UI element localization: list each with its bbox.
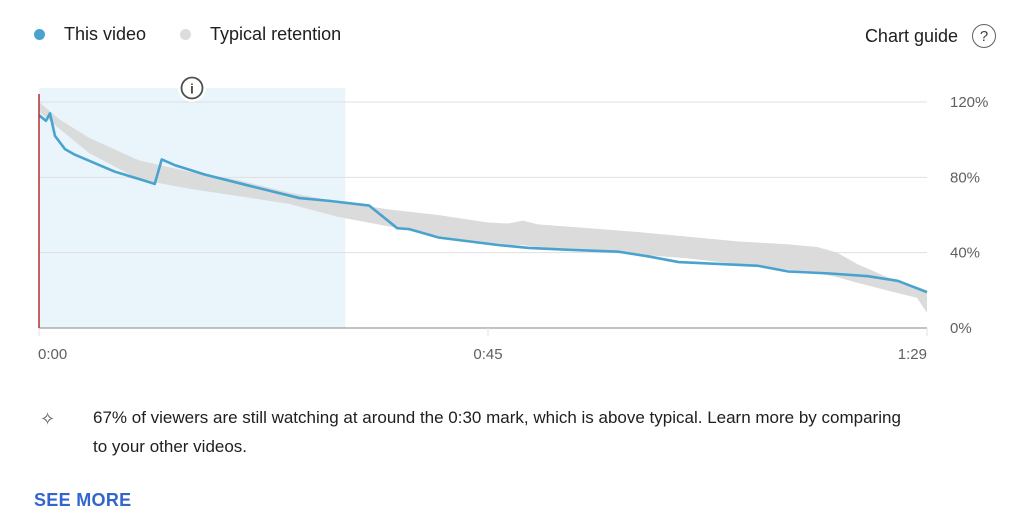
- info-icon-glyph: i: [190, 81, 194, 97]
- see-more-link[interactable]: SEE MORE: [34, 490, 131, 511]
- y-tick-label: 80%: [950, 169, 980, 186]
- insight-panel: ✧ 67% of viewers are still watching at a…: [40, 403, 913, 461]
- y-tick-label: 40%: [950, 245, 980, 262]
- x-tick-label: 1:29: [898, 346, 927, 363]
- y-tick-label: 120%: [950, 94, 988, 111]
- x-tick-label: 0:45: [473, 346, 502, 363]
- x-tick-label: 0:00: [38, 346, 67, 363]
- retention-chart: 0% 40% 80% 120% 0:00 0:45 1:29 i: [38, 74, 988, 363]
- info-marker[interactable]: i: [178, 74, 206, 102]
- sparkle-icon: ✧: [40, 409, 56, 429]
- y-tick-label: 0%: [950, 320, 972, 337]
- insight-text: 67% of viewers are still watching at aro…: [93, 408, 901, 456]
- highlight-region[interactable]: [39, 88, 346, 328]
